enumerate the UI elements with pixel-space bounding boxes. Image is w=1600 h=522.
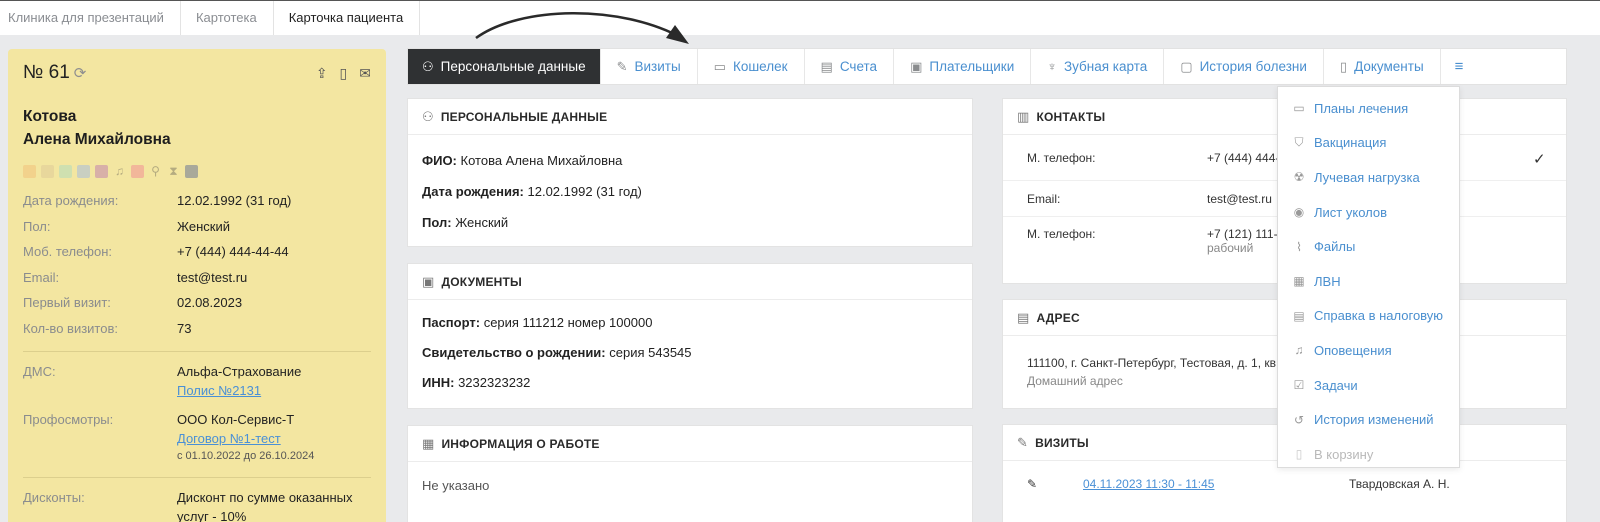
payer-card-icon: ▣ (910, 58, 923, 74)
hamburger-icon: ≡ (1454, 58, 1464, 75)
printer-icon: ▤ (1293, 308, 1305, 323)
info-row: Первый визит: 02.08.2023 (23, 295, 243, 310)
tab-personal-data[interactable]: ⚇ Персональные данные (408, 49, 601, 84)
edit-icon: ✎ (1017, 434, 1029, 450)
export-icon[interactable]: ⇪ (316, 65, 328, 82)
tab-medical-history[interactable]: ▢ История болезни (1164, 49, 1324, 84)
menu-tax-certificate[interactable]: ▤ Справка в налоговую (1278, 299, 1459, 334)
edit-icon: ✎ (616, 58, 628, 74)
prof-group: Профосмотры: ООО Кол-Сервис-Т Договор №1… (23, 410, 371, 465)
patient-card: № 61 ⟳ ⇪ ▯ ✉ Котова Алена Михайловна ♫ ⚲… (8, 49, 386, 522)
user-icon: ⚇ (422, 108, 434, 124)
info-row: Пол: Женский (23, 218, 230, 234)
visit-link[interactable]: 04.11.2023 11:30 - 11:45 (1083, 477, 1349, 491)
menu-lvn[interactable]: ▦ ЛВН (1278, 264, 1459, 299)
checkbox-icon: ☑ (1293, 378, 1305, 393)
address-icon: ▤ (1017, 309, 1030, 325)
more-menu-dropdown: ▭ Планы лечения ⛉ Вакцинация ☢ Лучевая нагр… (1277, 86, 1460, 468)
personal-data-panel: ⚇ ПЕРСОНАЛЬНЫЕ ДАННЫЕ ФИО: Котова Алена М… (407, 98, 973, 247)
patient-name: Котова Алена Михайловна (23, 108, 171, 148)
discount-group: Дисконты: Дисконт по сумме оказанных усл… (23, 490, 353, 522)
briefcase-icon: ▦ (422, 435, 435, 451)
tag-2[interactable] (41, 164, 54, 178)
menu-injection-sheet[interactable]: ◉ Лист уколов (1278, 195, 1459, 230)
menu-change-history[interactable]: ↺ История изменений (1278, 402, 1459, 437)
contacts-icon: ▥ (1017, 108, 1030, 124)
eye-icon: ◉ (1293, 205, 1305, 220)
bell-icon: ♫ (1294, 343, 1304, 358)
work-info-panel: ▦ ИНФОРМАЦИЯ О РАБОТЕ Не указано (407, 425, 973, 522)
paperclip-icon: ⌇ (1296, 239, 1302, 254)
info-row: Моб. телефон: +7 (444) 444-44-44 (23, 244, 289, 259)
breadcrumb-cardfile[interactable]: Картотека (181, 1, 274, 35)
radiation-icon: ☢ (1293, 170, 1305, 185)
info-row: Email: test@test.ru (23, 269, 248, 285)
contract-link[interactable]: Договор №1-тест (177, 429, 371, 448)
menu-vaccination[interactable]: ⛉ Вакцинация (1278, 126, 1459, 161)
primary-check-icon: ✓ (1533, 151, 1546, 168)
dms-group: ДМС: Альфа-Страхование Полис №2131 (23, 362, 371, 400)
tab-payers[interactable]: ▣ Плательщики (894, 49, 1032, 84)
menu-radiation-load[interactable]: ☢ Лучевая нагрузка (1278, 160, 1459, 195)
tag-6[interactable] (131, 164, 144, 178)
clipboard-icon: ▢ (1180, 58, 1193, 74)
menu-notifications[interactable]: ♫ Оповещения (1278, 333, 1459, 368)
divider (23, 477, 371, 478)
divider (23, 351, 371, 352)
user-icon: ⚇ (422, 58, 434, 74)
id-card-icon: ▣ (422, 273, 435, 289)
breadcrumb-patient-card[interactable]: Карточка пациента (274, 1, 421, 35)
tooth-icon: ♆ (1047, 59, 1057, 74)
tab-more-menu[interactable]: ≡ (1441, 49, 1478, 84)
breadcrumb: Клиника для презентаций Картотека Карточ… (0, 0, 1600, 35)
history-icon: ↺ (1293, 412, 1305, 427)
bell-icon[interactable]: ♫ (113, 164, 126, 178)
tab-wallet[interactable]: ▭ Кошелек (698, 49, 805, 84)
info-row: Дата рождения: 12.02.1992 (31 год) (23, 193, 292, 208)
refresh-icon[interactable]: ⟳ (74, 64, 87, 82)
plan-icon: ▭ (1293, 101, 1305, 116)
tag-3[interactable] (59, 164, 72, 178)
tab-invoices[interactable]: ▤ Счета (805, 49, 895, 84)
annotation-arrow (475, 11, 689, 44)
policy-link[interactable]: Полис №2131 (177, 381, 371, 400)
tag-1[interactable] (23, 164, 36, 178)
documents-panel: ▣ ДОКУМЕНТЫ Паспорт: серия 111212 номер 1… (407, 263, 973, 409)
wallet-icon: ▭ (713, 58, 726, 74)
calendar-icon: ▦ (1293, 274, 1305, 289)
breadcrumb-clinic[interactable]: Клиника для презентаций (0, 1, 181, 35)
shield-icon: ⛉ (1294, 135, 1304, 150)
tab-visits[interactable]: ✎ Визиты (601, 49, 698, 84)
patient-tags: ♫ ⚲ ⧗ (23, 164, 371, 178)
tag-7[interactable] (185, 164, 198, 178)
menu-files[interactable]: ⌇ Файлы (1278, 229, 1459, 264)
tag-5[interactable] (95, 164, 108, 178)
menu-treatment-plans[interactable]: ▭ Планы лечения (1278, 91, 1459, 126)
tab-dental-chart[interactable]: ♆ Зубная карта (1031, 49, 1165, 84)
trash-icon: ▯ (1295, 447, 1303, 462)
tab-documents[interactable]: ▯ Документы (1324, 49, 1441, 84)
patient-number: № 61 ⟳ (23, 62, 87, 83)
menu-tasks[interactable]: ☑ Задачи (1278, 368, 1459, 403)
info-row: Кол-во визитов: 73 (23, 320, 192, 336)
invoice-icon: ▤ (820, 58, 833, 74)
pencil-icon[interactable]: ✎ (1027, 477, 1083, 491)
tab-bar: ⚇ Персональные данные ✎ Визиты ▭ Кошелек ▤ С… (407, 48, 1567, 85)
hourglass-icon[interactable]: ⧗ (167, 164, 180, 179)
document-icon: ▯ (1339, 58, 1348, 74)
menu-to-trash[interactable]: ▯ В корзину (1278, 437, 1459, 472)
tag-4[interactable] (77, 164, 90, 178)
email-icon[interactable]: ✉ (359, 65, 371, 82)
bike-icon[interactable]: ⚲ (149, 164, 162, 178)
sms-icon[interactable]: ▯ (340, 65, 348, 82)
